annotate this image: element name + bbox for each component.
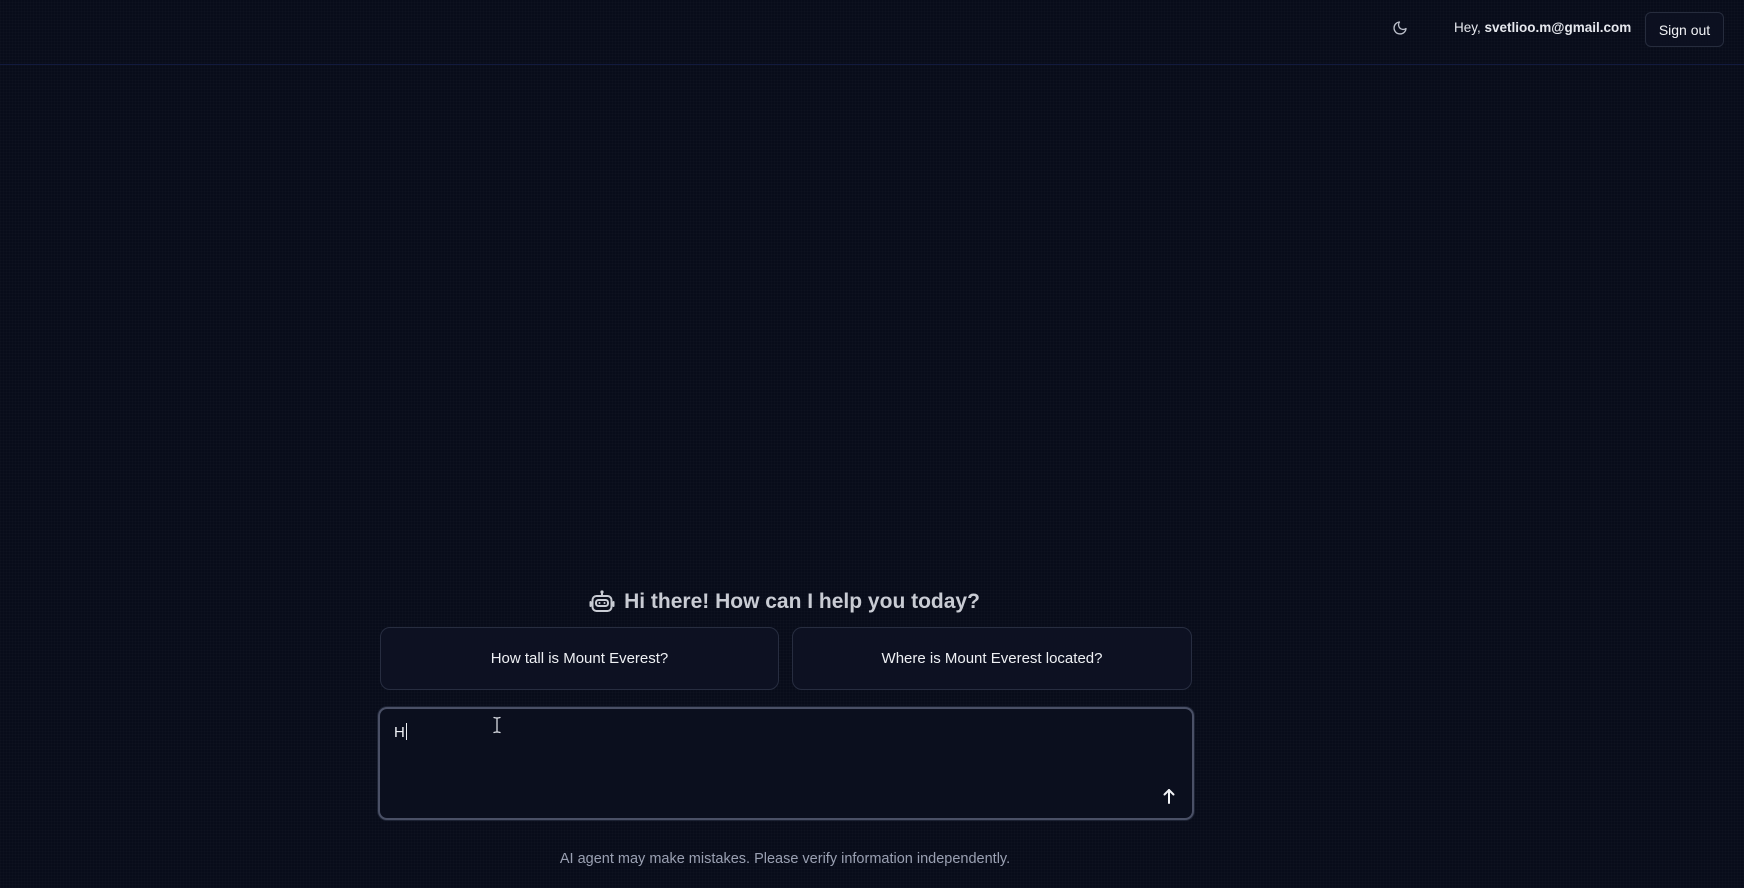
message-textarea[interactable]: H [394,723,1134,783]
sign-out-button[interactable]: Sign out [1645,12,1724,47]
greeting-prefix: Hey, [1454,20,1485,35]
welcome-text: Hi there! How can I help you today? [624,590,980,613]
moon-icon [1392,20,1408,41]
send-button[interactable] [1158,787,1180,809]
i-beam-cursor-icon [492,716,502,734]
user-greeting: Hey, svetlioo.m@gmail.com [1454,20,1631,35]
suggestion-button-everest-location[interactable]: Where is Mount Everest located? [792,627,1192,690]
robot-icon [588,589,615,616]
theme-toggle-button[interactable] [1387,17,1413,43]
disclaimer-text: AI agent may make mistakes. Please verif… [559,851,1011,867]
arrow-up-icon [1162,787,1176,810]
welcome-heading: Hi there! How can I help you today? [0,585,1568,619]
top-header: Hey, svetlioo.m@gmail.com Sign out [0,0,1744,65]
user-email: svetlioo.m@gmail.com [1484,20,1632,35]
text-caret [405,723,407,740]
message-text: H [394,724,405,741]
suggestion-button-everest-height[interactable]: How tall is Mount Everest? [380,627,779,690]
